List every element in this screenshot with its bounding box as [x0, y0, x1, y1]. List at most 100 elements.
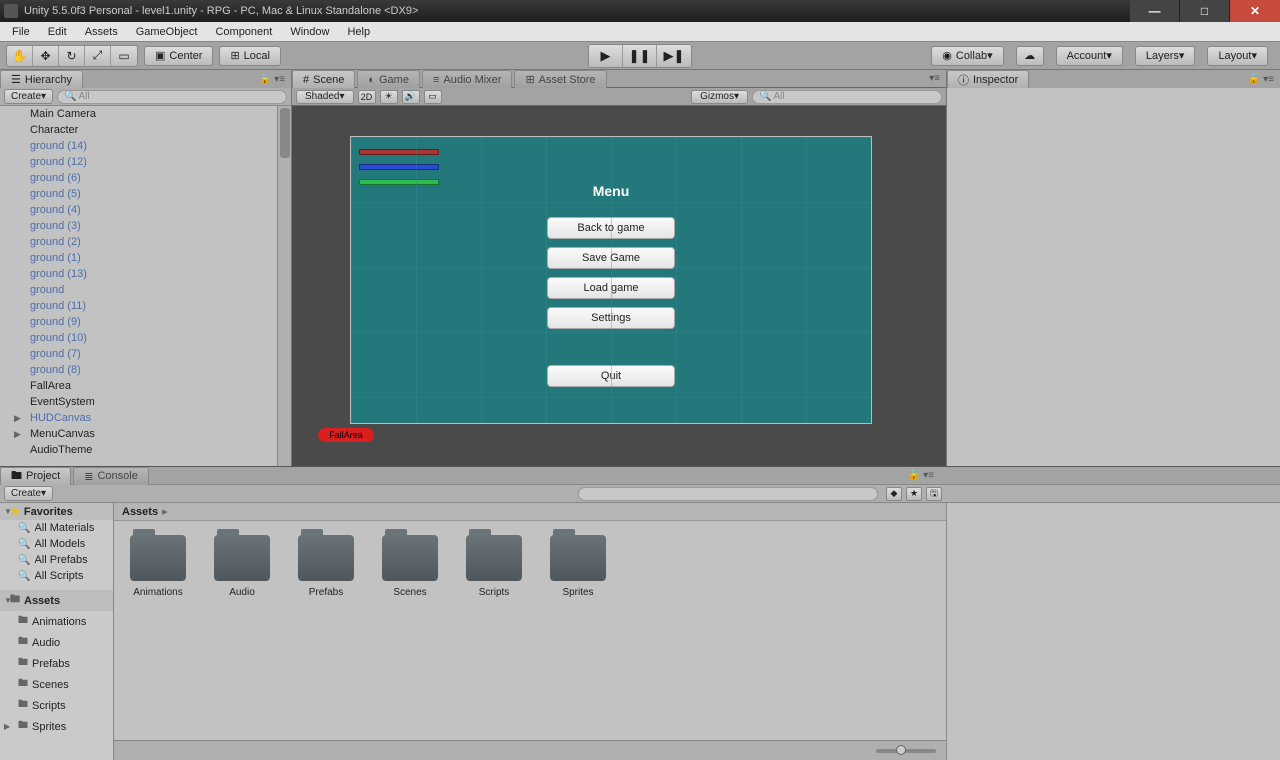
fallarea-gizmo[interactable]: FallArea — [318, 428, 374, 442]
hierarchy-item[interactable]: ground (11) — [0, 298, 291, 314]
lighting-toggle[interactable]: ☀ — [380, 90, 398, 104]
folder-item[interactable]: ▶🖿Sprites — [0, 716, 113, 737]
hierarchy-item[interactable]: ▶HUDCanvas — [0, 410, 291, 426]
folder-item[interactable]: 🖿Scripts — [0, 695, 113, 716]
game-tab[interactable]: ◐ Game — [357, 70, 420, 88]
asset-folder[interactable]: Audio — [212, 535, 272, 598]
hierarchy-item[interactable]: ground (8) — [0, 362, 291, 378]
play-button[interactable]: ▶ — [589, 45, 623, 67]
hierarchy-item[interactable]: Main Camera — [0, 106, 291, 122]
hierarchy-scrollbar[interactable] — [277, 106, 291, 466]
mode-2d-toggle[interactable]: 2D — [358, 90, 376, 104]
shading-mode-dropdown[interactable]: Shaded ▾ — [296, 90, 354, 104]
scene-panel-menu[interactable]: ▾≡ — [923, 70, 946, 87]
account-dropdown[interactable]: Account ▾ — [1056, 46, 1123, 66]
hierarchy-item[interactable]: ground (14) — [0, 138, 291, 154]
inspector-tab[interactable]: ⓘ Inspector — [947, 70, 1029, 88]
hierarchy-item[interactable]: ground (4) — [0, 202, 291, 218]
audio-toggle[interactable]: 🔊 — [402, 90, 420, 104]
asset-folder[interactable]: Sprites — [548, 535, 608, 598]
save-game-button[interactable]: Save Game — [547, 247, 675, 269]
hand-tool-button[interactable]: ✋ — [7, 46, 33, 66]
hierarchy-item[interactable]: ground (3) — [0, 218, 291, 234]
scale-tool-button[interactable]: ⤢ — [85, 46, 111, 66]
menu-window[interactable]: Window — [282, 24, 337, 40]
load-game-button[interactable]: Load game — [547, 277, 675, 299]
hierarchy-item[interactable]: ground (1) — [0, 250, 291, 266]
hierarchy-item[interactable]: EventSystem — [0, 394, 291, 410]
hierarchy-item[interactable]: ground (6) — [0, 170, 291, 186]
window-maximize-button[interactable]: □ — [1180, 0, 1230, 22]
fx-toggle[interactable]: ▭ — [424, 90, 442, 104]
move-tool-button[interactable]: ✥ — [33, 46, 59, 66]
collab-button[interactable]: ◉ Collab ▾ — [931, 46, 1003, 66]
asset-folder[interactable]: Scripts — [464, 535, 524, 598]
search-by-label-button[interactable]: ★ — [906, 487, 922, 501]
folder-item[interactable]: 🖿Animations — [0, 611, 113, 632]
hierarchy-tab[interactable]: ☰ Hierarchy — [0, 70, 83, 88]
asset-folder[interactable]: Animations — [128, 535, 188, 598]
breadcrumb[interactable]: Assets ▸ — [114, 503, 946, 521]
grid-size-slider[interactable] — [876, 749, 936, 753]
hierarchy-item[interactable]: ground (12) — [0, 154, 291, 170]
cloud-button[interactable]: ☁ — [1016, 46, 1044, 66]
hierarchy-item[interactable]: AudioTheme — [0, 442, 291, 458]
window-close-button[interactable]: ✕ — [1230, 0, 1280, 22]
search-by-type-button[interactable]: ◆ — [886, 487, 902, 501]
inspector-panel-menu[interactable]: 🔒 ▾≡ — [1242, 70, 1280, 88]
layers-dropdown[interactable]: Layers ▾ — [1135, 46, 1196, 66]
window-minimize-button[interactable]: — — [1130, 0, 1180, 22]
scene-search-input[interactable]: 🔍 All — [752, 90, 942, 104]
hierarchy-item[interactable]: ground — [0, 282, 291, 298]
hierarchy-item[interactable]: ground (9) — [0, 314, 291, 330]
assets-header[interactable]: ▼🖿Assets — [0, 590, 113, 611]
pause-button[interactable]: ❚❚ — [623, 45, 657, 67]
menu-component[interactable]: Component — [207, 24, 280, 40]
favorite-item[interactable]: 🔍All Materials — [0, 520, 113, 536]
asset-store-tab[interactable]: ⊞ Asset Store — [514, 70, 606, 88]
hierarchy-item[interactable]: ground (2) — [0, 234, 291, 250]
step-button[interactable]: ▶❚ — [657, 45, 691, 67]
back-to-game-button[interactable]: Back to game — [547, 217, 675, 239]
hierarchy-panel-menu[interactable]: 🔒 ▾≡ — [253, 70, 291, 88]
favorite-item[interactable]: 🔍All Prefabs — [0, 552, 113, 568]
layout-dropdown[interactable]: Layout ▾ — [1207, 46, 1268, 66]
favorites-header[interactable]: ▼★Favorites — [0, 503, 113, 520]
gizmos-dropdown[interactable]: Gizmos ▾ — [691, 90, 748, 104]
audio-mixer-tab[interactable]: ≡ Audio Mixer — [422, 70, 513, 88]
menu-gameobject[interactable]: GameObject — [128, 24, 206, 40]
scene-tab[interactable]: # Scene — [292, 70, 355, 88]
settings-button[interactable]: Settings — [547, 307, 675, 329]
menu-assets[interactable]: Assets — [77, 24, 126, 40]
hierarchy-create-dropdown[interactable]: Create ▾ — [4, 89, 53, 104]
hierarchy-item[interactable]: ground (13) — [0, 266, 291, 282]
rotate-tool-button[interactable]: ↻ — [59, 46, 85, 66]
menu-help[interactable]: Help — [339, 24, 378, 40]
hierarchy-item[interactable]: Character — [0, 122, 291, 138]
folder-item[interactable]: 🖿Scenes — [0, 674, 113, 695]
folder-item[interactable]: 🖿Audio — [0, 632, 113, 653]
menu-edit[interactable]: Edit — [40, 24, 75, 40]
asset-folder[interactable]: Prefabs — [296, 535, 356, 598]
hierarchy-search-input[interactable]: 🔍 All — [57, 90, 287, 104]
save-search-button[interactable]: 🖫 — [926, 487, 942, 501]
project-create-dropdown[interactable]: Create ▾ — [4, 486, 53, 501]
hierarchy-item[interactable]: ▶MenuCanvas — [0, 426, 291, 442]
hierarchy-item[interactable]: ground (7) — [0, 346, 291, 362]
folder-item[interactable]: 🖿Prefabs — [0, 653, 113, 674]
project-tab[interactable]: 🖿 Project — [0, 467, 71, 485]
favorite-item[interactable]: 🔍All Scripts — [0, 568, 113, 584]
project-search-input[interactable] — [578, 487, 878, 501]
pivot-center-button[interactable]: ▣ Center — [144, 46, 213, 66]
project-panel-menu[interactable]: 🔒 ▾≡ — [902, 470, 940, 481]
asset-folder[interactable]: Scenes — [380, 535, 440, 598]
scene-view[interactable]: Menu Back to game Save Game Load game Se… — [292, 106, 946, 466]
favorite-item[interactable]: 🔍All Models — [0, 536, 113, 552]
quit-button[interactable]: Quit — [547, 365, 675, 387]
hierarchy-item[interactable]: ground (5) — [0, 186, 291, 202]
console-tab[interactable]: ≣ Console — [73, 467, 149, 485]
menu-file[interactable]: File — [4, 24, 38, 40]
hierarchy-item[interactable]: ground (10) — [0, 330, 291, 346]
hierarchy-item[interactable]: FallArea — [0, 378, 291, 394]
rect-tool-button[interactable]: ▭ — [111, 46, 137, 66]
